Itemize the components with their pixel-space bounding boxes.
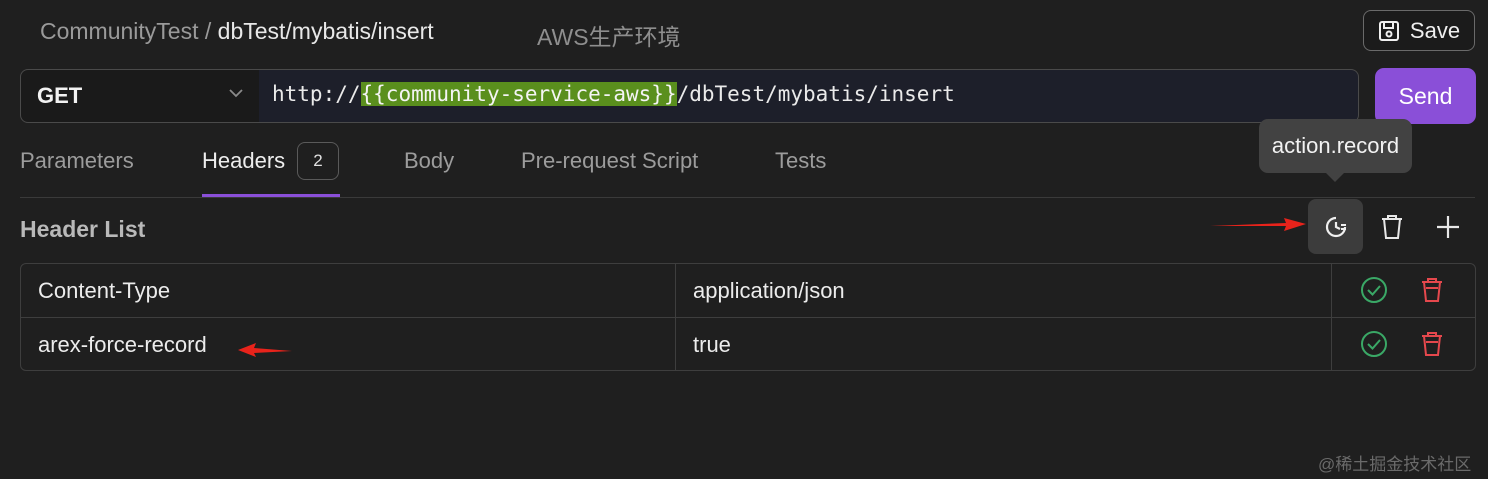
check-circle-icon[interactable] bbox=[1360, 330, 1388, 358]
tab-body[interactable]: Body bbox=[404, 148, 454, 174]
annotation-arrow-right bbox=[1210, 218, 1306, 231]
breadcrumb-collection[interactable]: CommunityTest bbox=[40, 18, 198, 44]
delete-all-button[interactable] bbox=[1364, 199, 1419, 254]
delete-row-icon[interactable] bbox=[1418, 330, 1446, 358]
breadcrumb-separator: / bbox=[204, 18, 212, 44]
table-row: Content-Type application/json bbox=[21, 264, 1475, 317]
record-button[interactable] bbox=[1308, 199, 1363, 254]
save-button-label: Save bbox=[1409, 17, 1461, 43]
plus-icon bbox=[1436, 215, 1459, 238]
annotation-arrow-left bbox=[238, 343, 292, 357]
record-tooltip: action.record bbox=[1259, 119, 1412, 173]
url-variable: {{community-service-aws}} bbox=[360, 82, 677, 106]
tab-headers[interactable]: Headers bbox=[202, 148, 285, 174]
breadcrumb: CommunityTest / dbTest/mybatis/insert bbox=[40, 18, 434, 45]
header-value: application/json bbox=[693, 277, 845, 303]
add-header-button[interactable] bbox=[1420, 199, 1475, 254]
row-actions bbox=[1332, 264, 1475, 317]
header-key: Content-Type bbox=[38, 277, 171, 303]
tabs-divider bbox=[20, 197, 1475, 198]
method-value: GET bbox=[37, 83, 83, 108]
chevron-down-icon bbox=[229, 89, 243, 98]
row-actions bbox=[1332, 318, 1475, 370]
watermark: @稀土掘金技术社区 bbox=[1318, 455, 1472, 474]
record-icon bbox=[1325, 216, 1346, 237]
headers-count-badge: 2 bbox=[297, 142, 339, 180]
url-input[interactable]: http://{{community-service-aws}}/dbTest/… bbox=[259, 69, 1359, 123]
header-key-cell[interactable]: Content-Type bbox=[21, 264, 676, 317]
header-key-cell[interactable]: arex-force-record bbox=[21, 318, 676, 370]
tab-tests[interactable]: Tests bbox=[775, 148, 826, 174]
tooltip-arrow bbox=[1325, 172, 1345, 182]
header-value-cell[interactable]: application/json bbox=[676, 264, 1332, 317]
check-circle-icon[interactable] bbox=[1360, 276, 1388, 304]
method-select[interactable]: GET bbox=[20, 69, 260, 123]
url-suffix: /dbTest/mybatis/insert bbox=[676, 82, 955, 106]
environment-label[interactable]: AWS生产环境 bbox=[537, 18, 681, 52]
header-key: arex-force-record bbox=[38, 331, 207, 357]
tab-parameters[interactable]: Parameters bbox=[20, 148, 134, 174]
save-icon bbox=[1378, 20, 1399, 41]
send-button[interactable]: Send bbox=[1375, 68, 1476, 124]
header-value: true bbox=[693, 331, 731, 357]
delete-row-icon[interactable] bbox=[1418, 276, 1446, 304]
tab-pre-request-script[interactable]: Pre-request Script bbox=[521, 148, 698, 174]
breadcrumb-current: dbTest/mybatis/insert bbox=[217, 18, 434, 44]
header-value-cell[interactable]: true bbox=[676, 318, 1332, 370]
save-button[interactable]: Save bbox=[1363, 10, 1475, 51]
url-prefix: http:// bbox=[272, 82, 361, 106]
trash-icon bbox=[1381, 214, 1402, 239]
header-list-title: Header List bbox=[20, 216, 146, 242]
